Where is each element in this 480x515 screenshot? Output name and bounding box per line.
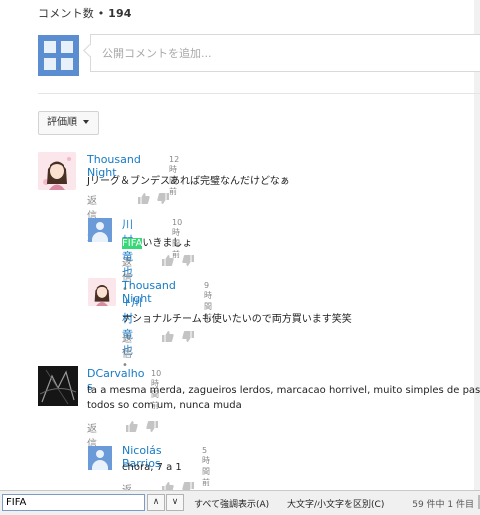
find-bar: FIFA ∧ ∨ すべて強調表示(A) 大文字/小文字を区別(C) 59 件中 … bbox=[0, 490, 480, 515]
avatar[interactable] bbox=[88, 218, 112, 242]
caret-down-icon bbox=[83, 120, 89, 124]
my-avatar bbox=[38, 35, 79, 76]
comment-count: コメント数 • 194 bbox=[38, 7, 132, 20]
avatar[interactable] bbox=[38, 366, 78, 406]
comment-text: ナショナルチームも使いたいので両方買います笑笑 bbox=[122, 314, 352, 325]
reply-button[interactable]: 返信 • bbox=[122, 330, 132, 371]
comment-text-line: todos so com um, nunca muda bbox=[87, 400, 242, 411]
avatar[interactable] bbox=[38, 152, 76, 190]
scroll-gutter bbox=[474, 0, 480, 490]
comment-text: FIFAいきましょ bbox=[122, 238, 193, 249]
comment-input-placeholder[interactable]: 公開コメントを追加... bbox=[102, 45, 212, 61]
sort-dropdown[interactable]: 評価順 bbox=[38, 111, 99, 135]
find-previous-button[interactable]: ∧ bbox=[147, 494, 165, 511]
reply-button[interactable]: 返信 • bbox=[122, 481, 132, 490]
thumbs-down-icon[interactable] bbox=[182, 255, 194, 266]
comment-time[interactable]: 5 時間前 bbox=[202, 446, 210, 488]
divider bbox=[38, 93, 480, 94]
thumbs-up-icon[interactable] bbox=[162, 331, 174, 342]
search-highlight: FIFA bbox=[122, 238, 143, 249]
comments-panel: コメント数 • 194 公開コメントを追加... 評価順 Thousand Ni… bbox=[0, 0, 480, 490]
thumbs-up-icon[interactable] bbox=[162, 255, 174, 266]
find-input[interactable]: FIFA bbox=[2, 494, 145, 511]
highlight-all-option[interactable]: すべて強調表示(A) bbox=[194, 497, 269, 510]
find-status: 59 件中 1 件目 bbox=[412, 500, 474, 510]
thumbs-up-icon[interactable] bbox=[138, 193, 150, 204]
avatar[interactable] bbox=[88, 278, 116, 306]
thumbs-down-icon[interactable] bbox=[182, 482, 194, 490]
comment-text-line: ta a mesma merda, zagueiros lerdos, marc… bbox=[87, 385, 480, 396]
thumbs-down-icon[interactable] bbox=[146, 421, 158, 432]
avatar[interactable] bbox=[88, 446, 112, 470]
comment-text: Jリーグ＆ブンデスあれば完璧なんだけどなぁ bbox=[87, 176, 290, 187]
comment-text: chora, 7 a 1 bbox=[122, 462, 182, 473]
thumbs-up-icon[interactable] bbox=[162, 482, 174, 490]
find-next-button[interactable]: ∨ bbox=[166, 494, 184, 511]
thumbs-up-icon[interactable] bbox=[126, 421, 138, 432]
thumbs-down-icon[interactable] bbox=[182, 331, 194, 342]
match-case-option[interactable]: 大文字/小文字を区別(C) bbox=[287, 497, 384, 510]
thumbs-down-icon[interactable] bbox=[157, 193, 169, 204]
